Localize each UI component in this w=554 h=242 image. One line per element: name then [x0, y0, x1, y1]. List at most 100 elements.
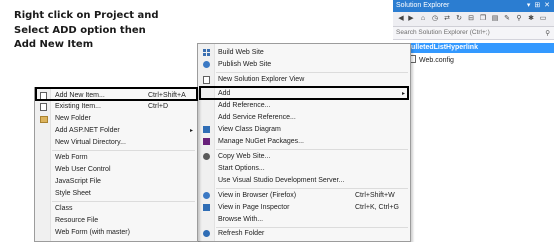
- back-icon[interactable]: ◀: [397, 15, 405, 23]
- menu-item-label: Use Visual Studio Development Server...: [218, 176, 345, 184]
- solution-explorer-panel: Solution Explorer ▾ ⊞ ✕ ◀ ▶ ⌂ ◷ ⇄ ↻ ⊟ ❐ …: [393, 0, 554, 240]
- titlebar-buttons[interactable]: ▾ ⊞ ✕: [527, 1, 551, 9]
- menu-separator: [216, 72, 408, 73]
- solution-explorer-search[interactable]: Search Solution Explorer (Ctrl+;) ⚲: [393, 27, 554, 40]
- menu-item-label: View in Browser (Firefox): [218, 191, 297, 199]
- menu-separator: [216, 188, 408, 189]
- menu-item-view-class-diagram[interactable]: View Class Diagram: [198, 124, 410, 135]
- menu-item-label: View Class Diagram: [218, 125, 281, 133]
- project-name: BulletedListHyperlink: [406, 44, 478, 51]
- menu-item-resource-file[interactable]: Resource File: [35, 215, 197, 226]
- menu-item-new-folder[interactable]: New Folder: [35, 113, 197, 124]
- browser-icon: [203, 192, 210, 199]
- menu-item-label: Copy Web Site...: [218, 152, 271, 160]
- publish-icon: [203, 61, 210, 68]
- menu-item-add-reference[interactable]: Add Reference...: [198, 100, 410, 111]
- forward-icon[interactable]: ▶: [407, 15, 415, 23]
- settings-icon[interactable]: ✱: [527, 15, 535, 23]
- menu-item-use-dev-server[interactable]: Use Visual Studio Development Server...: [198, 175, 410, 186]
- menu-item-label: Build Web Site: [218, 48, 264, 56]
- menu-item-label: JavaScript File: [55, 177, 101, 185]
- add-new-item-highlight-box: [35, 87, 198, 101]
- new-view-icon: [203, 76, 210, 84]
- solution-explorer-titlebar: Solution Explorer ▾ ⊞ ✕: [393, 0, 554, 12]
- search-placeholder: Search Solution Explorer (Ctrl+;): [396, 29, 490, 36]
- solution-explorer-toolbar: ◀ ▶ ⌂ ◷ ⇄ ↻ ⊟ ❐ ▤ ✎ ⚲ ✱ ▭: [393, 12, 554, 27]
- instruction-line-3: Add New Item: [14, 39, 94, 50]
- menu-item-label: Existing Item...: [55, 102, 101, 110]
- instruction-text: Right click on Project and Select ADD op…: [14, 9, 164, 53]
- copy-web-icon: [203, 153, 210, 160]
- project-node[interactable]: BulletedListHyperlink: [404, 43, 554, 53]
- menu-item-label: Browse With...: [218, 215, 264, 223]
- inspector-icon: [203, 204, 210, 211]
- menu-item-copy-web-site[interactable]: Copy Web Site...: [198, 151, 410, 162]
- properties-icon[interactable]: ✎: [503, 15, 511, 23]
- menu-item-label: Web User Control: [55, 165, 111, 173]
- menu-item-web-user-control[interactable]: Web User Control: [35, 164, 197, 175]
- menu-item-label: Start Options...: [218, 164, 265, 172]
- menu-separator: [216, 149, 408, 150]
- pin-icon[interactable]: ⚲: [515, 15, 523, 23]
- menu-item-label: Add ASP.NET Folder: [55, 126, 120, 134]
- menu-item-build-web-site[interactable]: Build Web Site: [198, 47, 410, 58]
- menu-item-label: Style Sheet: [55, 189, 91, 197]
- nuget-icon: [203, 138, 210, 145]
- add-highlight-box: [199, 86, 409, 100]
- refresh-icon: [203, 230, 210, 237]
- menu-item-add-aspnet-folder[interactable]: Add ASP.NET Folder ▸: [35, 125, 197, 136]
- refresh-icon[interactable]: ↻: [455, 15, 463, 23]
- build-icon: [203, 49, 210, 56]
- class-diagram-icon: [203, 126, 210, 133]
- menu-item-web-form-with-master[interactable]: Web Form (with master): [35, 227, 197, 238]
- add-submenu: Add New Item... Ctrl+Shift+A Existing It…: [34, 87, 198, 242]
- file-name: Web.config: [419, 57, 454, 64]
- menu-item-manage-nuget-packages[interactable]: Manage NuGet Packages...: [198, 136, 410, 147]
- menu-item-style-sheet[interactable]: Style Sheet: [35, 188, 197, 199]
- menu-item-label: New Folder: [55, 114, 91, 122]
- menu-item-web-form[interactable]: Web Form: [35, 152, 197, 163]
- menu-item-label: Add Service Reference...: [218, 113, 296, 121]
- menu-item-label: Publish Web Site: [218, 60, 272, 68]
- menu-item-new-solution-explorer-view[interactable]: New Solution Explorer View: [198, 74, 410, 85]
- menu-item-label: Class: [55, 204, 73, 212]
- menu-item-label: New Solution Explorer View: [218, 75, 305, 83]
- menu-item-new-virtual-directory[interactable]: New Virtual Directory...: [35, 137, 197, 148]
- menu-item-shortcut: Ctrl+Shift+W: [355, 191, 395, 199]
- menu-item-label: New Virtual Directory...: [55, 138, 126, 146]
- menu-separator: [52, 150, 195, 151]
- menu-item-refresh-folder[interactable]: Refresh Folder: [198, 228, 410, 239]
- project-context-menu: Build Web Site Publish Web Site New Solu…: [197, 43, 411, 242]
- menu-item-shortcut: Ctrl+D: [148, 102, 169, 110]
- existing-item-icon: [40, 103, 47, 111]
- collapse-all-icon[interactable]: ⊟: [467, 15, 475, 23]
- folder-icon: [40, 116, 48, 123]
- solution-explorer-title: Solution Explorer: [396, 2, 450, 9]
- menu-item-browse-with[interactable]: Browse With...: [198, 214, 410, 225]
- menu-item-publish-web-site[interactable]: Publish Web Site: [198, 59, 410, 70]
- home-icon[interactable]: ⌂: [419, 15, 427, 23]
- view-icon[interactable]: ▭: [539, 15, 547, 23]
- instruction-line-2: Select ADD option then: [14, 24, 146, 36]
- menu-item-existing-item[interactable]: Existing Item... Ctrl+D: [35, 101, 197, 112]
- submenu-arrow-icon: ▸: [189, 127, 193, 134]
- menu-separator: [52, 201, 195, 202]
- menu-item-label: Web Form (with master): [55, 228, 130, 236]
- menu-item-add-service-reference[interactable]: Add Service Reference...: [198, 112, 410, 123]
- show-all-files-icon[interactable]: ▤: [491, 15, 499, 23]
- menu-item-shortcut: Ctrl+K, Ctrl+G: [355, 203, 399, 211]
- menu-item-view-in-browser[interactable]: View in Browser (Firefox) Ctrl+Shift+W: [198, 190, 410, 201]
- menu-item-label: View in Page Inspector: [218, 203, 290, 211]
- instruction-line-1: Right click on Project and: [14, 10, 159, 21]
- pending-changes-icon[interactable]: ◷: [431, 15, 439, 23]
- search-icon[interactable]: ⚲: [545, 29, 550, 37]
- menu-item-view-in-page-inspector[interactable]: View in Page Inspector Ctrl+K, Ctrl+G: [198, 202, 410, 213]
- menu-item-javascript-file[interactable]: JavaScript File: [35, 176, 197, 187]
- menu-item-start-options[interactable]: Start Options...: [198, 163, 410, 174]
- menu-item-label: Refresh Folder: [218, 229, 265, 237]
- menu-item-class[interactable]: Class: [35, 203, 197, 214]
- file-node-web-config[interactable]: Web.config: [409, 55, 454, 64]
- menu-item-label: Add Reference...: [218, 101, 271, 109]
- sync-icon[interactable]: ⇄: [443, 15, 451, 23]
- copy-icon[interactable]: ❐: [479, 15, 487, 23]
